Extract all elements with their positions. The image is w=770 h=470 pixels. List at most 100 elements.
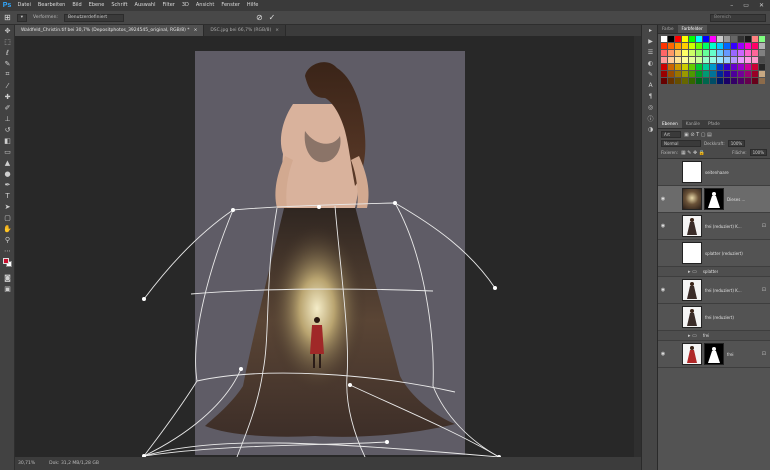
color-swatch[interactable] (759, 71, 765, 77)
tab-ebenen[interactable]: Ebenen (658, 120, 682, 128)
menu-schrift[interactable]: Schrift (108, 0, 131, 11)
menu-ansicht[interactable]: Ansicht (192, 0, 217, 11)
tab-dsc[interactable]: DSC.jpg bei 66,7% (RGB/8) × (204, 25, 287, 36)
color-swatch[interactable] (738, 71, 744, 77)
history-brush-icon[interactable]: ↺ (0, 124, 15, 135)
hand-icon[interactable]: ✋ (0, 223, 15, 234)
color-swatch[interactable] (745, 36, 751, 42)
filter-icons[interactable]: ▣ ⊘ T ▢ ▤ (684, 132, 712, 138)
layer-row[interactable]: splatter (reduziert) (658, 240, 770, 267)
color-swatch[interactable] (661, 43, 667, 49)
gradient-icon[interactable]: ▭ (0, 146, 15, 157)
type-icon[interactable]: T (0, 190, 15, 201)
vertical-scrollbar[interactable] (634, 36, 641, 457)
color-swatch[interactable] (689, 57, 695, 63)
minimize-icon[interactable]: – (730, 2, 733, 9)
adjustments-icon[interactable]: ◐ (642, 58, 659, 69)
color-swatch[interactable] (759, 50, 765, 56)
close-tab-icon[interactable]: × (194, 25, 198, 36)
color-swatch[interactable] (738, 57, 744, 63)
color-swatch[interactable] (752, 64, 758, 70)
tool-preset-picker[interactable]: ▾ (16, 13, 27, 22)
menu-ebene[interactable]: Ebene (85, 0, 108, 11)
tab-waldfeld[interactable]: Waldfeld_Christin.tif bei 30,7% (Deposit… (15, 25, 205, 36)
color-swatch[interactable] (661, 71, 667, 77)
actions-icon[interactable]: ▶ (642, 36, 659, 47)
color-swatch[interactable] (668, 43, 674, 49)
color-swatch[interactable] (759, 78, 765, 84)
menu-filter[interactable]: Filter (159, 0, 178, 11)
color-swatch[interactable] (745, 43, 751, 49)
color-swatch[interactable] (745, 50, 751, 56)
menu-bearbeiten[interactable]: Bearbeiten (34, 0, 68, 11)
visibility-eye-icon[interactable]: ◉ (658, 196, 668, 202)
color-swatch[interactable] (710, 43, 716, 49)
color-swatch[interactable] (724, 71, 730, 77)
color-swatch[interactable] (717, 36, 723, 42)
color-swatch[interactable] (661, 36, 667, 42)
color-swatch[interactable] (661, 50, 667, 56)
color-swatch[interactable] (759, 64, 765, 70)
layer-row[interactable]: ◉ Dieses ... (658, 186, 770, 213)
color-swatch[interactable] (738, 50, 744, 56)
color-swatch[interactable] (731, 64, 737, 70)
color-swatch[interactable] (703, 64, 709, 70)
color-swatch[interactable] (717, 78, 723, 84)
fill-value[interactable]: 100% (749, 149, 767, 156)
color-swatch[interactable] (703, 50, 709, 56)
shape-icon[interactable]: ▢ (0, 212, 15, 223)
color-swatch[interactable] (745, 64, 751, 70)
color-swatch[interactable] (731, 57, 737, 63)
commit-transform-icon[interactable]: ✓ (269, 13, 276, 22)
color-swatch[interactable] (752, 57, 758, 63)
menu-fenster[interactable]: Fenster (218, 0, 244, 11)
layer-row[interactable]: frei (reduziert) (658, 304, 770, 331)
tab-farbe[interactable]: Farbe (658, 25, 678, 33)
blend-mode-select[interactable]: Normal (661, 140, 701, 147)
layer-row[interactable]: ◉ frei (reduziert) K... ⊡ (658, 277, 770, 304)
close-tab-icon[interactable]: × (275, 25, 279, 36)
info-icon[interactable]: ⓘ (642, 113, 659, 124)
color-swatch[interactable] (703, 36, 709, 42)
layer-group[interactable]: ▸ ▭ frei (658, 331, 770, 341)
eraser-icon[interactable]: ◧ (0, 135, 15, 146)
color-swatch[interactable] (689, 71, 695, 77)
color-swatch[interactable] (689, 50, 695, 56)
marquee-icon[interactable]: ⬚ (0, 36, 15, 47)
color-swatch[interactable] (661, 78, 667, 84)
color-swatch[interactable] (696, 71, 702, 77)
color-swatch[interactable] (724, 78, 730, 84)
color-swatch[interactable] (689, 64, 695, 70)
color-swatch[interactable] (731, 43, 737, 49)
color-swatch[interactable] (689, 43, 695, 49)
color-swatch[interactable] (745, 78, 751, 84)
layer-group[interactable]: ▸ ▭ splatter (658, 267, 770, 277)
color-swatch[interactable] (738, 43, 744, 49)
move-icon[interactable]: ✥ (0, 25, 15, 36)
color-swatch[interactable] (661, 57, 667, 63)
brush-icon[interactable]: ✐ (0, 102, 15, 113)
color-swatch[interactable] (759, 36, 765, 42)
color-swatch[interactable] (752, 50, 758, 56)
color-swatch[interactable] (745, 57, 751, 63)
color-swatch[interactable] (724, 43, 730, 49)
screen-mode-icon[interactable]: ▣ (0, 283, 15, 294)
menu-auswahl[interactable]: Auswahl (131, 0, 159, 11)
color-swatch[interactable] (717, 64, 723, 70)
color-swatch[interactable] (668, 50, 674, 56)
color-swatch[interactable] (731, 36, 737, 42)
menu-datei[interactable]: Datei (14, 0, 34, 11)
styles-icon[interactable]: ◑ (642, 124, 659, 135)
color-swatch[interactable] (752, 71, 758, 77)
color-swatch[interactable] (675, 78, 681, 84)
layer-mask-thumbnail[interactable] (704, 343, 724, 365)
color-swatch[interactable] (710, 36, 716, 42)
foreground-color[interactable] (3, 258, 9, 264)
color-swatch[interactable] (710, 57, 716, 63)
color-swatch[interactable] (710, 50, 716, 56)
color-swatch[interactable] (738, 36, 744, 42)
opacity-value[interactable]: 100% (727, 140, 746, 147)
zoom-icon[interactable]: ⚲ (0, 234, 15, 245)
color-swatch[interactable] (703, 71, 709, 77)
color-swatch[interactable] (696, 36, 702, 42)
